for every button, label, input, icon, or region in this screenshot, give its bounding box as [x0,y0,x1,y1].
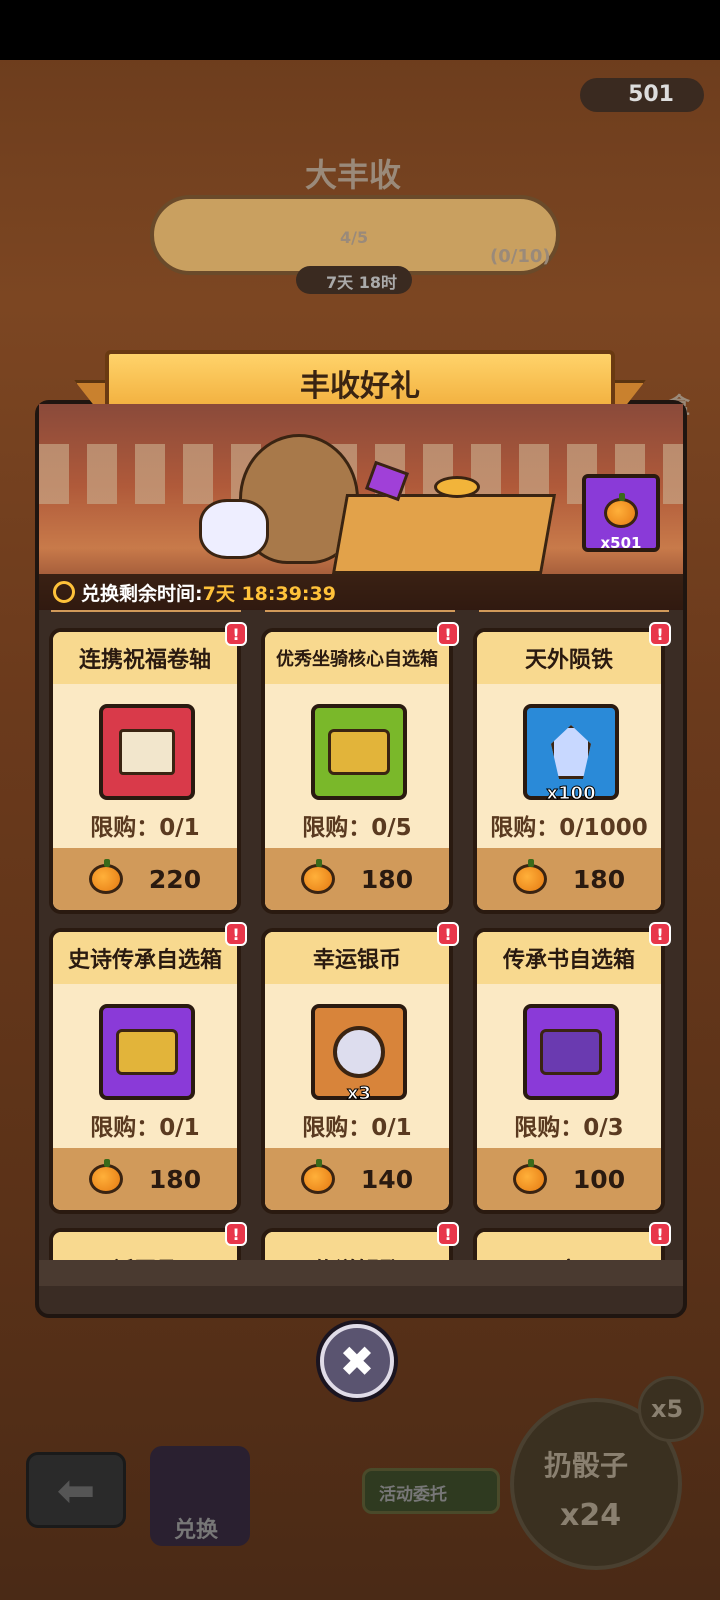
card-price: 220 [148,864,202,894]
close-icon: ✖ [339,1336,375,1386]
alert-badge: ! [437,1222,459,1246]
shop-card[interactable]: 天外陨铁 x100 限购：0/1000 180 [473,628,665,914]
dice-count: x24 [560,1498,622,1533]
commission-label: 活动委托 [379,1485,447,1505]
shop-card[interactable]: 幸运银币 x3 限购：0/1 140 [261,928,453,1214]
currency-count: 501 [628,82,674,107]
chest-icon [523,1004,619,1100]
card-title: 传承书自选箱 [477,932,661,984]
gold-coins-icon [434,476,480,498]
card-limit: 限购：0/5 [302,815,412,841]
card-price-button[interactable]: 180 [53,1148,237,1210]
status-bar [0,0,720,60]
back-arrow-icon: ⬅ [56,1463,96,1517]
pumpkin-currency-badge: x501 [582,474,660,552]
alert-badge: ! [649,922,671,946]
card-title: 连携祝福卷轴 [53,632,237,684]
card-price-button[interactable]: 180 [265,848,449,910]
alert-badge: ! [649,1222,671,1246]
card-price: 180 [148,1164,202,1194]
crystal-icon: x100 [523,704,619,805]
alert-badge: ! [437,622,459,646]
pumpkin-icon [88,1159,123,1194]
modal-bottom-edge [39,1260,683,1286]
card-limit: 限购：0/1 [90,1115,200,1141]
coin-icon: x3 [311,1004,407,1105]
timer-label: 兑换剩余时间: [81,582,203,605]
card-title: 天外陨铁 [477,632,661,684]
shop-card[interactable]: 优秀坐骑核心自选箱 限购：0/5 180 [261,628,453,914]
card-title: 优秀坐骑核心自选箱 [265,632,449,684]
card-limit: 限购：0/1 [302,1115,412,1141]
item-quantity: x100 [546,783,596,805]
pumpkin-icon [604,493,638,528]
shop-card[interactable]: 连携祝福卷轴 限购：0/1 220 [49,628,241,914]
event-title: 大丰收 [305,156,402,194]
multiplier-badge[interactable]: x5 [638,1376,704,1442]
previous-row-peek [51,610,671,612]
pumpkin-icon [300,859,335,894]
shop-grid[interactable]: 连携祝福卷轴 限购：0/1 220 ! 优秀坐骑核心自选箱 限购：0/5 180… [39,610,683,1284]
stopwatch-icon [53,581,75,603]
shop-card[interactable]: 史诗传承自选箱 限购：0/1 180 [49,928,241,1214]
pumpkin-badge-count: x501 [600,534,642,552]
commission-button[interactable]: 活动委托 [362,1468,500,1514]
card-limit: 限购：0/1000 [490,815,648,841]
pumpkin-icon [88,859,123,894]
card-limit: 限购：0/3 [514,1115,624,1141]
exchange-timer: 兑换剩余时间: 7天 18:39:39 [39,574,683,610]
dice-label: 扔骰子 [544,1449,629,1482]
exchange-button[interactable]: 兑换 [150,1446,250,1546]
pumpkin-icon [512,859,547,894]
card-price-button[interactable]: 180 [477,848,661,910]
modal-title: 丰收好礼 [300,369,420,404]
card-price: 180 [572,864,626,894]
close-button[interactable]: ✖ [320,1324,394,1398]
timer-value: 7天 18:39:39 [202,582,336,605]
card-price: 180 [360,864,414,894]
event-reward-count: (0/10) [490,246,551,267]
exchange-label: 兑换 [174,1518,219,1543]
back-button[interactable]: ⬅ [26,1452,126,1528]
event-time-pill: 7天 18时 [296,266,412,294]
card-price-button[interactable]: 140 [265,1148,449,1210]
currency-counter: 501 [580,78,704,112]
card-price: 100 [572,1164,626,1194]
scroll-icon [99,704,195,800]
card-title: 幸运银币 [265,932,449,984]
alert-badge: ! [225,622,247,646]
multiplier-value: x5 [651,1395,684,1423]
cow-character [199,499,269,559]
shop-card[interactable]: 传承书自选箱 限购：0/3 100 [473,928,665,1214]
event-progress-text: 4/5 [340,228,369,247]
chest-icon [99,1004,195,1100]
card-limit: 限购：0/1 [90,815,200,841]
pumpkin-icon [300,1159,335,1194]
card-price: 140 [360,1164,414,1194]
alert-badge: ! [225,1222,247,1246]
alert-badge: ! [225,922,247,946]
card-price-button[interactable]: 220 [53,848,237,910]
card-price-button[interactable]: 100 [477,1148,661,1210]
card-title: 史诗传承自选箱 [53,932,237,984]
treasure-box [331,494,557,574]
pumpkin-icon [512,1159,547,1194]
event-time-left: 7天 18时 [326,273,397,292]
item-quantity: x3 [346,1083,372,1105]
alert-badge: ! [649,622,671,646]
alert-badge: ! [437,922,459,946]
chest-icon [311,704,407,800]
